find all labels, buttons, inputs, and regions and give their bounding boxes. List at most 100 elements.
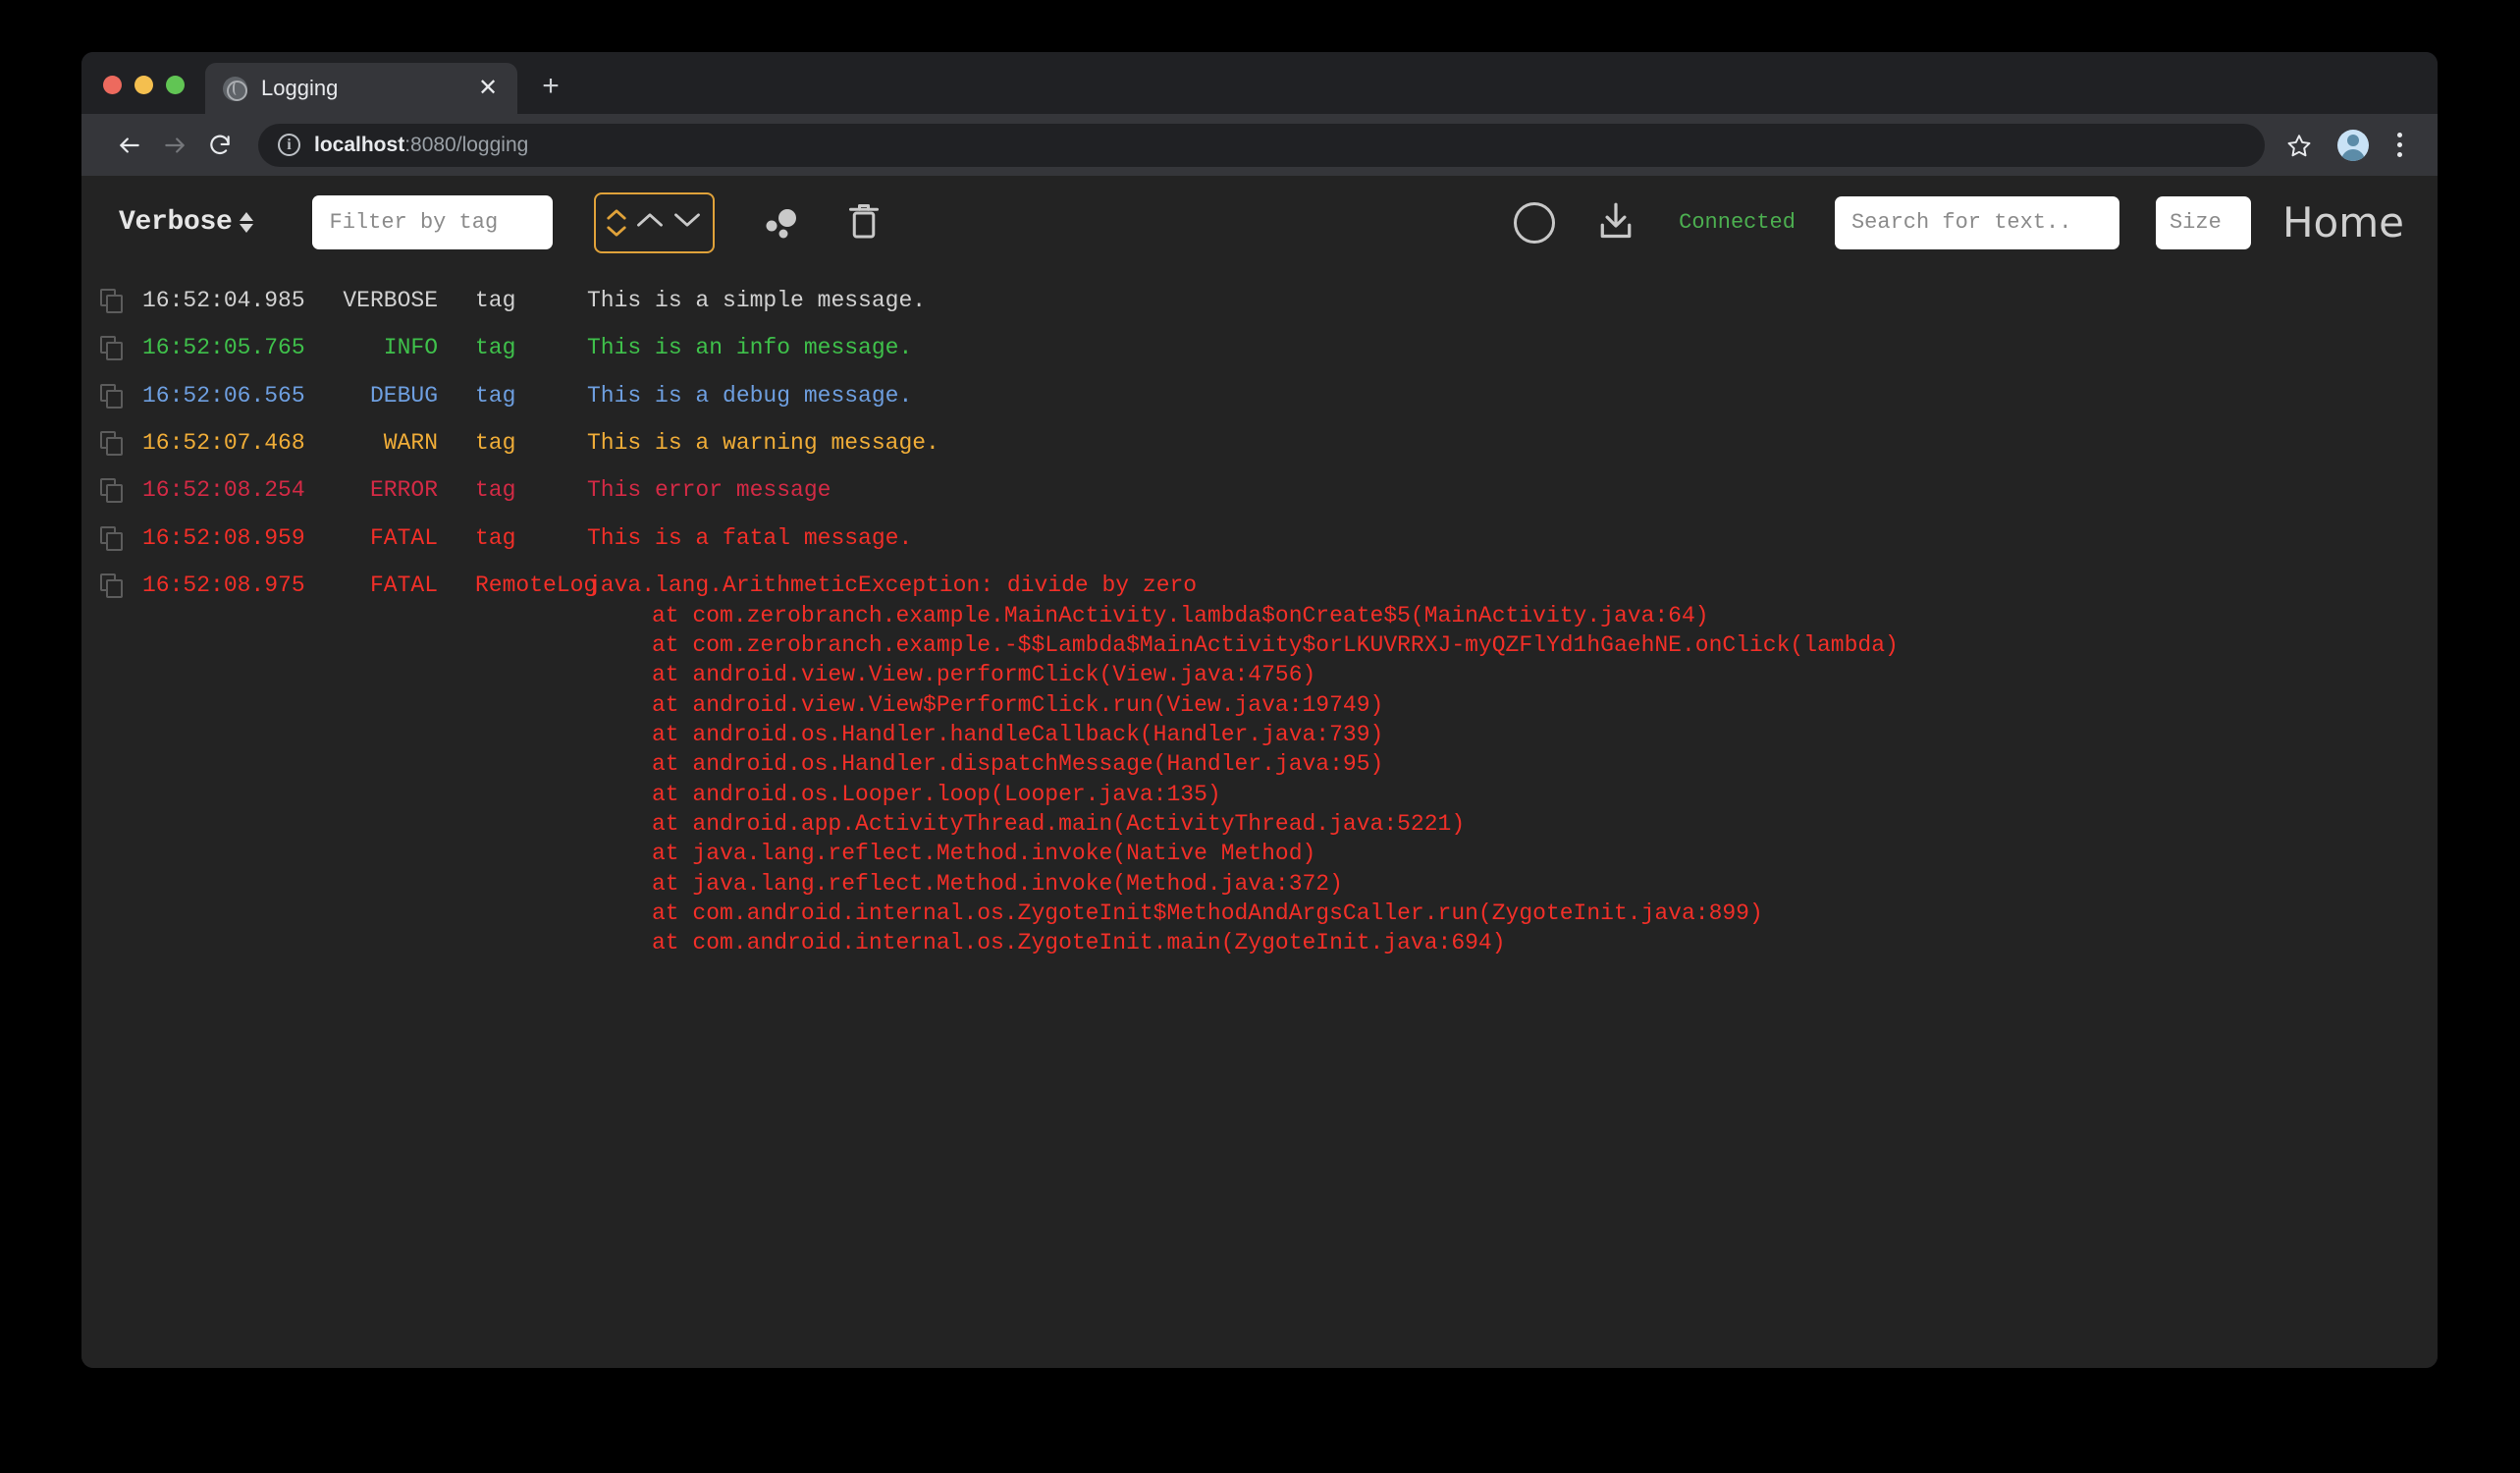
- log-level: INFO: [322, 333, 438, 362]
- forward-arrow-icon[interactable]: [152, 123, 197, 168]
- stack-trace-line: at android.app.ActivityThread.main(Activ…: [587, 809, 2438, 839]
- browser-tab-logging[interactable]: Logging ✕: [205, 63, 517, 114]
- log-message: This is an info message.: [587, 333, 2438, 362]
- record-circle-icon[interactable]: [1514, 202, 1555, 244]
- log-message-line: This is a debug message.: [587, 381, 2438, 410]
- chevron-up-icon[interactable]: [635, 211, 665, 234]
- copy-icon[interactable]: [81, 333, 142, 361]
- avatar[interactable]: [2337, 130, 2369, 161]
- url-host: localhost: [314, 134, 404, 156]
- back-arrow-icon[interactable]: [107, 123, 152, 168]
- app-toolbar: Verbose: [81, 176, 2438, 269]
- omnibox-actions: [2277, 123, 2414, 168]
- copy-icon[interactable]: [81, 381, 142, 409]
- log-tag: tag: [438, 475, 587, 505]
- log-level-select[interactable]: Verbose: [119, 207, 253, 238]
- copy-icon[interactable]: [81, 428, 142, 457]
- chevron-down-icon[interactable]: [672, 211, 702, 234]
- log-level: FATAL: [322, 571, 438, 600]
- three-dot-menu-icon[interactable]: [2385, 123, 2414, 168]
- minimize-window-button[interactable]: [134, 76, 153, 94]
- log-level-selected-label: Verbose: [119, 207, 233, 238]
- star-icon[interactable]: [2277, 123, 2322, 168]
- table-row[interactable]: 16:52:07.468WARNtagThis is a warning mes…: [81, 419, 2438, 466]
- download-icon[interactable]: [1596, 201, 1639, 245]
- table-row[interactable]: 16:52:08.254ERRORtagThis error message: [81, 466, 2438, 514]
- copy-icon[interactable]: [81, 571, 142, 599]
- stack-trace-line: at android.os.Handler.dispatchMessage(Ha…: [587, 749, 2438, 779]
- log-message: This is a debug message.: [587, 381, 2438, 410]
- stack-trace-line: at java.lang.reflect.Method.invoke(Nativ…: [587, 839, 2438, 868]
- log-message-line: This is an info message.: [587, 333, 2438, 362]
- tab-title: Logging: [261, 76, 460, 101]
- log-message: java.lang.ArithmeticException: divide by…: [587, 571, 2438, 958]
- window-traffic-lights: [103, 76, 185, 114]
- log-message: This error message: [587, 475, 2438, 505]
- url-text: localhost:8080/logging: [314, 134, 528, 157]
- log-message-line: java.lang.ArithmeticException: divide by…: [587, 571, 2438, 600]
- copy-icon[interactable]: [81, 475, 142, 504]
- log-time: 16:52:04.985: [142, 286, 322, 315]
- log-message: This is a fatal message.: [587, 523, 2438, 553]
- stack-trace-line: at com.zerobranch.example.MainActivity.l…: [587, 601, 2438, 630]
- log-tag: tag: [438, 428, 587, 458]
- copy-icon[interactable]: [81, 286, 142, 314]
- search-input[interactable]: [1835, 196, 2119, 249]
- log-tag: tag: [438, 381, 587, 410]
- stack-trace-line: at android.os.Looper.loop(Looper.java:13…: [587, 780, 2438, 809]
- table-row[interactable]: 16:52:08.975FATALRemoteLogjava.lang.Arit…: [81, 562, 2438, 967]
- stack-trace-line: at android.view.View$PerformClick.run(Vi…: [587, 690, 2438, 720]
- log-time: 16:52:06.565: [142, 381, 322, 410]
- trash-icon[interactable]: [846, 201, 889, 245]
- log-level: ERROR: [322, 475, 438, 505]
- log-level: VERBOSE: [322, 286, 438, 315]
- browser-url-bar: i localhost:8080/logging: [81, 114, 2438, 176]
- autoscroll-icon[interactable]: [606, 208, 627, 238]
- log-level: DEBUG: [322, 381, 438, 410]
- log-message-line: This is a warning message.: [587, 428, 2438, 458]
- stack-trace-line: at android.view.View.performClick(View.j…: [587, 660, 2438, 689]
- stack-trace-line: at com.zerobranch.example.-$$Lambda$Main…: [587, 630, 2438, 660]
- maximize-window-button[interactable]: [166, 76, 185, 94]
- scatter-icon[interactable]: [760, 201, 803, 245]
- table-row[interactable]: 16:52:05.765INFOtagThis is an info messa…: [81, 324, 2438, 371]
- copy-icon[interactable]: [81, 523, 142, 552]
- log-message-line: This is a fatal message.: [587, 523, 2438, 553]
- log-time: 16:52:08.975: [142, 571, 322, 600]
- close-icon[interactable]: ✕: [474, 75, 502, 102]
- browser-window: Logging ✕ + i localhost:8080/logging: [81, 52, 2438, 1368]
- log-message-line: This error message: [587, 475, 2438, 505]
- scroll-navigation-group: [594, 192, 715, 253]
- log-message: This is a simple message.: [587, 286, 2438, 315]
- log-list[interactable]: 16:52:04.985VERBOSEtagThis is a simple m…: [81, 269, 2438, 1368]
- log-tag: RemoteLog: [438, 571, 587, 600]
- stack-trace-line: at com.android.internal.os.ZygoteInit.ma…: [587, 928, 2438, 957]
- stack-trace-line: at java.lang.reflect.Method.invoke(Metho…: [587, 869, 2438, 899]
- log-level: WARN: [322, 428, 438, 458]
- stack-trace-line: at android.os.Handler.handleCallback(Han…: [587, 720, 2438, 749]
- globe-icon: [223, 77, 247, 101]
- log-message-line: This is a simple message.: [587, 286, 2438, 315]
- log-time: 16:52:08.254: [142, 475, 322, 505]
- url-input[interactable]: i localhost:8080/logging: [258, 124, 2265, 167]
- table-row[interactable]: 16:52:08.959FATALtagThis is a fatal mess…: [81, 515, 2438, 562]
- log-time: 16:52:08.959: [142, 523, 322, 553]
- table-row[interactable]: 16:52:04.985VERBOSEtagThis is a simple m…: [81, 277, 2438, 324]
- url-path: :8080/logging: [404, 134, 528, 156]
- tab-strip: Logging ✕ +: [81, 52, 2438, 114]
- home-link[interactable]: Home: [2282, 198, 2404, 246]
- size-input[interactable]: [2156, 196, 2251, 249]
- close-window-button[interactable]: [103, 76, 122, 94]
- reload-icon[interactable]: [197, 123, 242, 168]
- log-time: 16:52:05.765: [142, 333, 322, 362]
- new-tab-button[interactable]: +: [533, 69, 568, 104]
- site-info-icon[interactable]: i: [278, 134, 300, 156]
- log-time: 16:52:07.468: [142, 428, 322, 458]
- log-tag: tag: [438, 523, 587, 553]
- log-tag: tag: [438, 286, 587, 315]
- table-row[interactable]: 16:52:06.565DEBUGtagThis is a debug mess…: [81, 372, 2438, 419]
- stack-trace-line: at com.android.internal.os.ZygoteInit$Me…: [587, 899, 2438, 928]
- tag-filter-input[interactable]: [312, 195, 553, 249]
- log-message: This is a warning message.: [587, 428, 2438, 458]
- log-level: FATAL: [322, 523, 438, 553]
